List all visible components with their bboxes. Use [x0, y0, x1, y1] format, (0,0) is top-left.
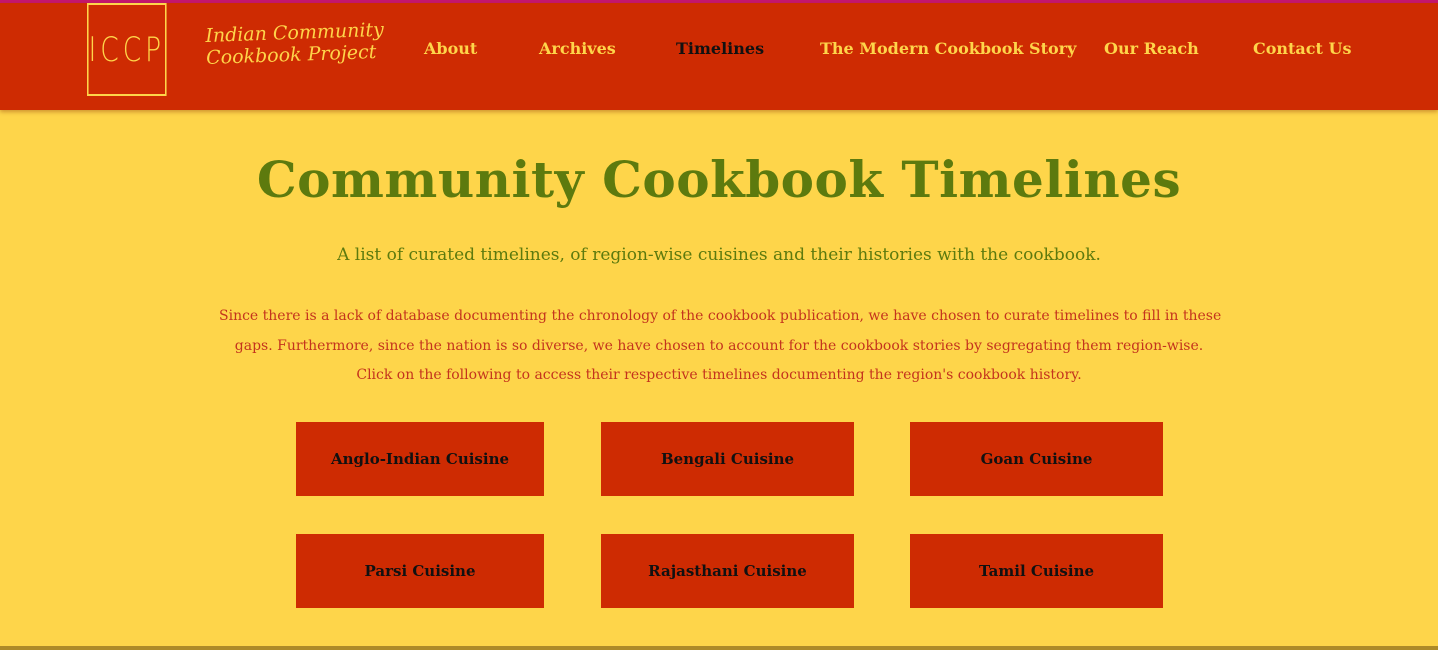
site-logo-mark[interactable]: ICCP [87, 3, 167, 96]
intro-line: Since there is a lack of database docume… [219, 308, 1222, 324]
bengali-cuisine-button[interactable]: Bengali Cuisine [601, 422, 854, 496]
nav-link-contact-us[interactable]: Contact Us [1253, 39, 1351, 58]
nav-link-our-reach[interactable]: Our Reach [1104, 39, 1199, 58]
goan-cuisine-button[interactable]: Goan Cuisine [910, 422, 1163, 496]
parsi-cuisine-button[interactable]: Parsi Cuisine [296, 534, 544, 608]
intro-line: Click on the following to access their r… [356, 367, 1082, 383]
site-logo-name[interactable]: Indian Community Cookbook Project [205, 19, 391, 69]
nav-link-modern-cookbook-story[interactable]: The Modern Cookbook Story [820, 39, 1076, 58]
page-subtitle: A list of curated timelines, of region-w… [337, 245, 1101, 265]
tamil-cuisine-button[interactable]: Tamil Cuisine [910, 534, 1163, 608]
nav-link-timelines[interactable]: Timelines [676, 39, 764, 58]
intro-paragraph: Since there is a lack of database docume… [219, 302, 1222, 391]
nav-link-archives[interactable]: Archives [539, 39, 616, 58]
page-title: Community Cookbook Timelines [256, 150, 1182, 209]
logo-mark-text: ICCP [88, 29, 166, 70]
anglo-indian-cuisine-button[interactable]: Anglo-Indian Cuisine [296, 422, 544, 496]
nav-link-about[interactable]: About [424, 39, 477, 58]
bottom-edge-line [0, 646, 1438, 650]
intro-line: gaps. Furthermore, since the nation is s… [234, 337, 1204, 354]
site-header: ICCP Indian Community Cookbook Project A… [0, 3, 1438, 110]
rajasthani-cuisine-button[interactable]: Rajasthani Cuisine [601, 534, 854, 608]
